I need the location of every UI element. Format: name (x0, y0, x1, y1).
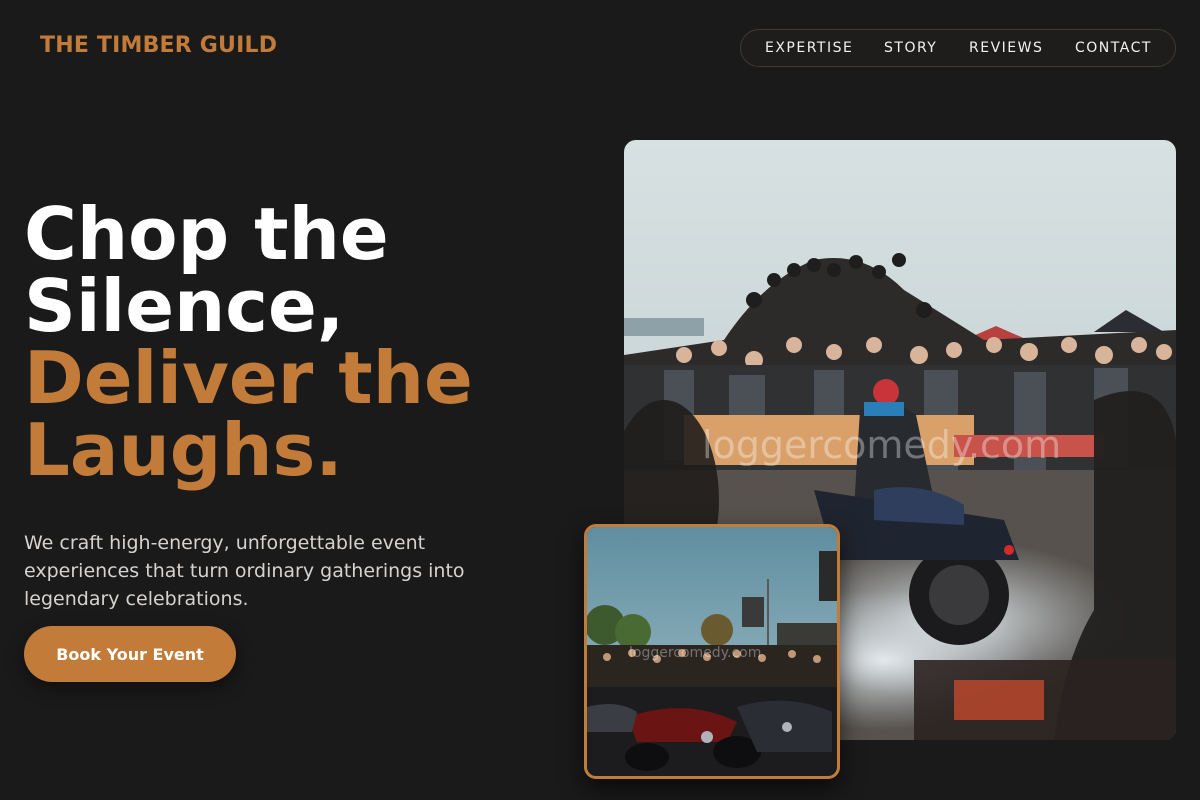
hero-headline: Chop the Silence, Deliver the Laughs. (24, 198, 473, 486)
nav-item-reviews[interactable]: REVIEWS (969, 40, 1043, 56)
headline-line-2: Silence, (24, 264, 345, 348)
book-event-button[interactable]: Book Your Event (24, 626, 236, 682)
main-image-watermark: loggercomedy.com (702, 423, 1061, 467)
main-nav: EXPERTISE STORY REVIEWS CONTACT (740, 29, 1176, 67)
hero-inset-image: loggercomedy.com (584, 524, 840, 779)
nav-item-contact[interactable]: CONTACT (1075, 40, 1152, 56)
nav-item-expertise[interactable]: EXPERTISE (765, 40, 853, 56)
hero-subtext: We craft high-energy, unforgettable even… (24, 532, 465, 610)
headline-line-1: Chop the (24, 192, 389, 276)
headline-accent-line-2: Laughs. (24, 408, 343, 492)
brand-logo[interactable]: THE TIMBER GUILD (40, 33, 277, 58)
motorcycle-rally-photo: loggercomedy.com (587, 527, 837, 776)
nav-item-story[interactable]: STORY (884, 40, 937, 56)
inset-image-watermark: loggercomedy.com (629, 645, 761, 661)
headline-accent-line-1: Deliver the (24, 336, 473, 420)
